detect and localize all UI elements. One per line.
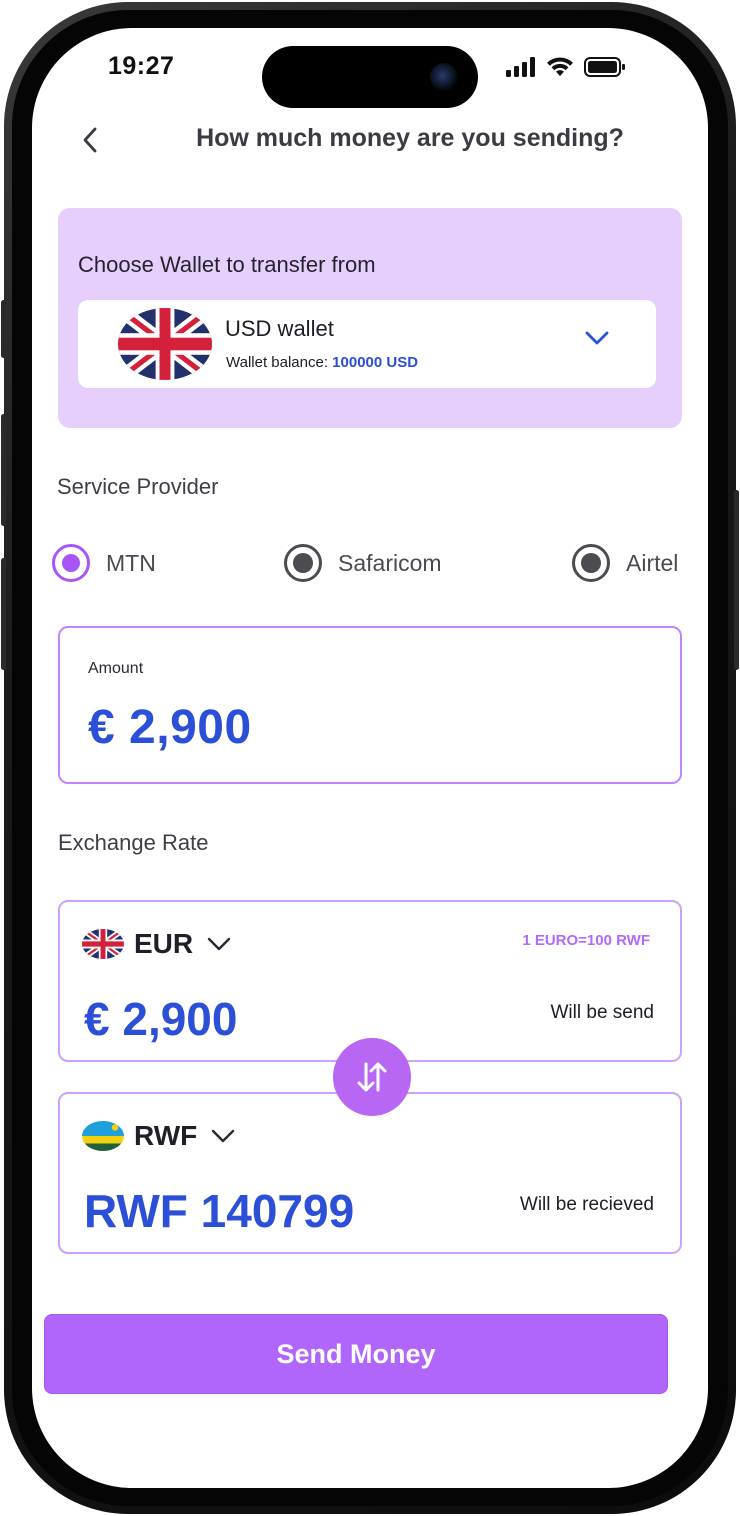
exchange-rate-label: Exchange Rate: [58, 830, 209, 855]
send-currency-selector[interactable]: EUR: [82, 928, 231, 960]
radio-mtn[interactable]: MTN: [52, 544, 156, 582]
dynamic-island: [262, 46, 478, 108]
chevron-down-icon: [211, 1129, 235, 1143]
battery-icon: [584, 56, 625, 77]
receive-amount: RWF 140799: [84, 1185, 355, 1237]
wallet-card: Choose Wallet to transfer from USD walle…: [58, 208, 682, 428]
receive-currency-code: RWF: [134, 1120, 198, 1151]
amount-value[interactable]: € 2,900: [88, 700, 252, 755]
wifi-icon: [547, 57, 573, 76]
send-note: Will be send: [550, 1002, 655, 1023]
receive-note: Will be recieved: [519, 1194, 654, 1215]
send-currency-code: EUR: [134, 928, 194, 959]
chevron-down-icon: [207, 937, 231, 951]
radio-label-safaricom: Safaricom: [338, 549, 442, 576]
swap-vertical-icon: [357, 1062, 387, 1092]
silent-switch: [1, 300, 6, 358]
uk-flag-icon: [82, 929, 124, 959]
send-amount: € 2,900: [84, 993, 238, 1045]
radio-unselected-icon: [572, 544, 610, 582]
chevron-down-icon: [584, 330, 610, 351]
power-button: [734, 490, 739, 670]
uk-flag-icon: [118, 308, 212, 380]
wallet-heading: Choose Wallet to transfer from: [78, 252, 376, 277]
receive-currency-card: RWF RWF 140799 Will be recieved: [58, 1092, 682, 1254]
volume-down-button: [1, 558, 6, 670]
status-icons: [506, 56, 626, 77]
status-time: 19:27: [108, 52, 175, 80]
exchange-rate-value: 1 EURO=100 RWF: [522, 932, 650, 949]
wallet-balance-value: 100000 USD: [332, 354, 419, 371]
wallet-dropdown[interactable]: USD wallet Wallet balance: 100000 USD: [78, 300, 656, 388]
rwanda-flag-icon: [82, 1121, 124, 1151]
send-money-button[interactable]: Send Money: [44, 1314, 668, 1394]
radio-label-airtel: Airtel: [626, 549, 679, 576]
receive-currency-selector[interactable]: RWF: [82, 1120, 235, 1152]
app-screen: 19:27 How much money are you sending? Ch…: [32, 28, 708, 1488]
wallet-name: USD wallet: [225, 316, 334, 341]
radio-label-mtn: MTN: [106, 549, 156, 576]
amount-label: Amount: [88, 660, 144, 677]
amount-field[interactable]: Amount € 2,900: [58, 626, 682, 784]
wallet-balance-label: Wallet balance:: [226, 354, 328, 371]
provider-radio-group: MTN Safaricom Airtel: [52, 544, 708, 584]
cellular-signal-icon: [506, 56, 535, 77]
radio-selected-icon: [52, 544, 90, 582]
swap-currency-button[interactable]: [333, 1038, 411, 1116]
service-provider-label: Service Provider: [57, 474, 219, 499]
radio-safaricom[interactable]: Safaricom: [284, 544, 442, 582]
wallet-balance: Wallet balance: 100000 USD: [226, 354, 418, 371]
volume-up-button: [1, 414, 6, 526]
front-camera: [430, 63, 458, 91]
radio-unselected-icon: [284, 544, 322, 582]
page-title: How much money are you sending?: [196, 124, 624, 152]
radio-airtel[interactable]: Airtel: [572, 544, 678, 582]
